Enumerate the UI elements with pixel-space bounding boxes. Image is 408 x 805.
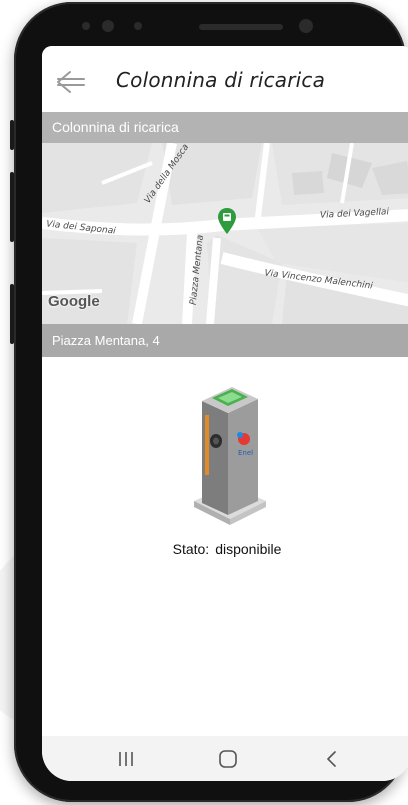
- front-camera: [299, 19, 313, 33]
- system-nav-bar: [42, 736, 408, 781]
- phone-volume-button: [10, 172, 14, 242]
- map-view[interactable]: Via dei Saponai Via della Mosca Via dei …: [42, 143, 408, 324]
- system-back-button[interactable]: [312, 746, 352, 772]
- page-title: Colonnina di ricarica: [116, 68, 326, 92]
- back-button[interactable]: [54, 66, 90, 98]
- google-logo: Google: [48, 293, 100, 310]
- arrow-left-icon: [57, 71, 85, 93]
- sensor-dot: [102, 20, 114, 32]
- charging-station-icon: Enel: [188, 379, 272, 529]
- phone-screen: Colonnina di ricarica Colonnina di ricar…: [42, 46, 408, 781]
- station-status: Stato: disponibile: [42, 541, 408, 557]
- svg-text:Enel: Enel: [238, 449, 253, 457]
- phone-side-button: [10, 120, 14, 150]
- home-button[interactable]: [208, 746, 248, 772]
- recents-icon: [119, 752, 133, 766]
- phone-frame: Colonnina di ricarica Colonnina di ricar…: [10, 2, 408, 802]
- status-value: disponibile: [215, 541, 282, 557]
- ev-charger-pin-icon[interactable]: [217, 207, 237, 235]
- phone-top-bezel: [14, 2, 406, 42]
- sensor-dot: [134, 22, 142, 30]
- sensor-dot: [82, 22, 90, 30]
- home-icon: [219, 750, 237, 768]
- status-label: Stato:: [172, 541, 210, 557]
- app-bar: Colonnina di ricarica: [42, 46, 408, 112]
- section-header: Colonnina di ricarica: [42, 112, 408, 143]
- address-bar: Piazza Mentana, 4: [42, 324, 408, 357]
- phone-bixby-button: [10, 284, 14, 344]
- back-chevron-icon: [327, 751, 336, 767]
- recents-button[interactable]: [106, 746, 146, 772]
- earpiece-speaker: [199, 24, 283, 30]
